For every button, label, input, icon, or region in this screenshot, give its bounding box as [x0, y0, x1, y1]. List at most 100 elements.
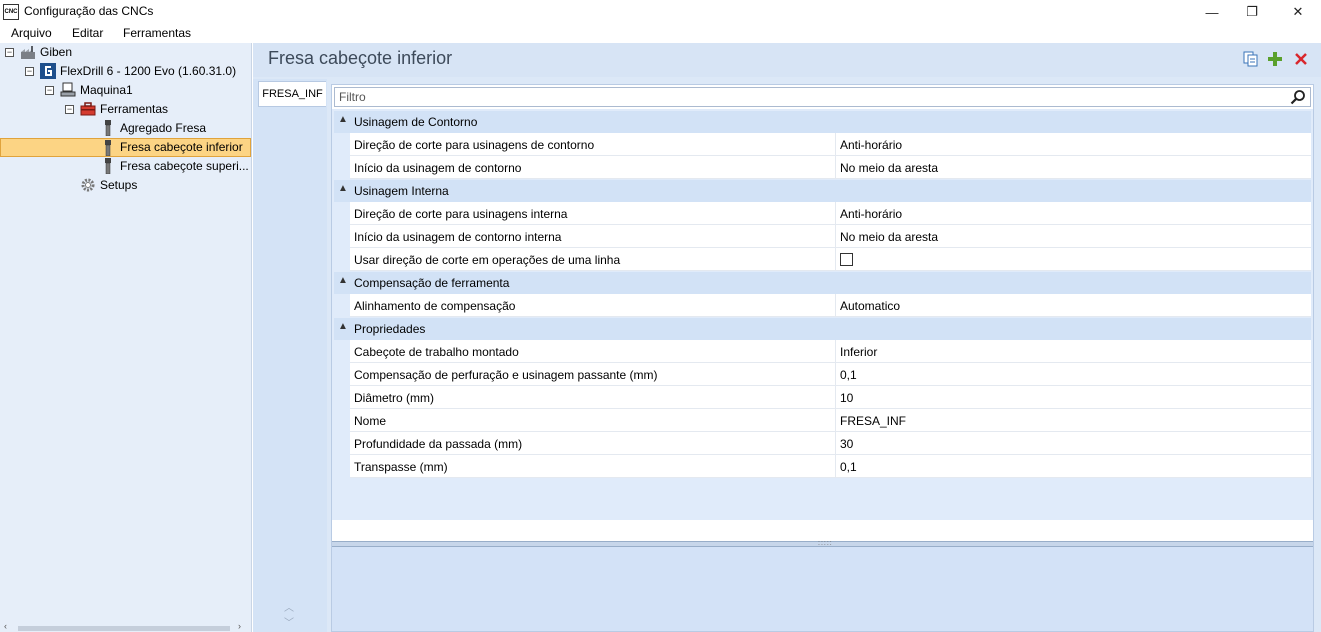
column-divider: [835, 455, 836, 478]
tree-item-fresa-inferior[interactable]: Fresa cabeçote inferior: [0, 138, 251, 157]
property-name: Início da usinagem de contorno: [354, 161, 522, 175]
property-value[interactable]: 30: [840, 437, 853, 451]
single-line-direction-checkbox[interactable]: [840, 253, 853, 266]
property-name: Alinhamento de compensação: [354, 299, 516, 313]
property-row[interactable]: Alinhamento de compensação Automatico: [350, 294, 1311, 317]
property-value[interactable]: No meio da aresta: [840, 161, 938, 175]
cnc-app-icon: CNC: [3, 4, 19, 20]
milling-tool-icon: [105, 140, 111, 156]
collapse-category-icon[interactable]: ▲: [338, 183, 348, 194]
column-divider: [835, 409, 836, 432]
property-row[interactable]: Início da usinagem de contorno No meio d…: [350, 156, 1311, 179]
property-name: Transpasse (mm): [354, 460, 448, 474]
category-label: Compensação de ferramenta: [354, 276, 510, 290]
property-row[interactable]: Diâmetro (mm) 10: [350, 386, 1311, 409]
tab-scroll-down-icon[interactable]: ﹀: [284, 614, 294, 629]
tree-label: Fresa cabeçote inferior: [120, 140, 243, 154]
title-bar: CNC Configuração das CNCs — ❐ ✕: [0, 0, 1321, 24]
category-compensacao[interactable]: ▲ Compensação de ferramenta: [334, 272, 1311, 294]
property-row[interactable]: Profundidade da passada (mm) 30: [350, 432, 1311, 455]
property-row[interactable]: Usar direção de corte em operações de um…: [350, 248, 1311, 271]
add-button[interactable]: [1266, 50, 1284, 68]
category-label: Usinagem Interna: [354, 184, 449, 198]
tree-item-giben[interactable]: − Giben: [0, 43, 250, 62]
scrollbar-thumb[interactable]: [18, 626, 230, 631]
category-propriedades[interactable]: ▲ Propriedades: [334, 318, 1311, 340]
property-row[interactable]: Início da usinagem de contorno interna N…: [350, 225, 1311, 248]
property-value[interactable]: Anti-horário: [840, 138, 902, 152]
menu-arquivo[interactable]: Arquivo: [11, 26, 52, 40]
property-value[interactable]: 0,1: [840, 368, 857, 382]
plus-icon: [1268, 52, 1282, 66]
main-panel: Fresa cabeçote inferior FRESA_INF ︿ ﹀ Fi…: [253, 43, 1321, 632]
tab-scroll-up-icon[interactable]: ︿: [284, 599, 294, 614]
property-value[interactable]: FRESA_INF: [840, 414, 906, 428]
property-row[interactable]: Direção de corte para usinagens interna …: [350, 202, 1311, 225]
property-panel: ▲ Usinagem de Contorno Direção de corte …: [331, 84, 1314, 632]
category-label: Usinagem de Contorno: [354, 115, 478, 129]
delete-button[interactable]: [1292, 50, 1310, 68]
category-usinagem-contorno[interactable]: ▲ Usinagem de Contorno: [334, 111, 1311, 133]
property-value[interactable]: Inferior: [840, 345, 877, 359]
menu-ferramentas[interactable]: Ferramentas: [123, 26, 191, 40]
property-row[interactable]: Cabeçote de trabalho montado Inferior: [350, 340, 1311, 363]
close-button[interactable]: ✕: [1275, 0, 1321, 24]
collapse-icon[interactable]: −: [65, 105, 74, 114]
property-name: Início da usinagem de contorno interna: [354, 230, 562, 244]
scroll-right-icon[interactable]: ›: [238, 621, 241, 631]
property-name: Diâmetro (mm): [354, 391, 434, 405]
property-name: Compensação de perfuração e usinagem pas…: [354, 368, 658, 382]
maximize-button[interactable]: ❐: [1229, 0, 1275, 24]
tab-fresa-inf[interactable]: FRESA_INF: [258, 81, 326, 107]
tree-item-fresa-superior[interactable]: Fresa cabeçote superi...: [0, 157, 250, 176]
collapse-icon[interactable]: −: [25, 67, 34, 76]
property-row[interactable]: Compensação de perfuração e usinagem pas…: [350, 363, 1311, 386]
property-row[interactable]: Direção de corte para usinagens de conto…: [350, 133, 1311, 156]
filter-input[interactable]: [335, 88, 1275, 106]
property-value[interactable]: Automatico: [840, 299, 900, 313]
gear-icon: [81, 178, 95, 192]
category-usinagem-interna[interactable]: ▲ Usinagem Interna: [334, 180, 1311, 202]
copy-icon: [1243, 51, 1258, 67]
tree-label: Agregado Fresa: [120, 121, 207, 135]
panel-header: Fresa cabeçote inferior: [253, 43, 1321, 77]
scroll-left-icon[interactable]: ‹: [4, 621, 7, 631]
tree-item-ferramentas[interactable]: − Ferramentas: [0, 100, 250, 119]
collapse-icon[interactable]: −: [45, 86, 54, 95]
tree-item-agregado-fresa[interactable]: Agregado Fresa: [0, 119, 250, 138]
category-label: Propriedades: [354, 322, 426, 336]
property-value[interactable]: Anti-horário: [840, 207, 902, 221]
page-title: Fresa cabeçote inferior: [268, 48, 453, 68]
splitter-grip-icon[interactable]: :::::: [818, 540, 833, 547]
tree-label: Fresa cabeçote superi...: [120, 159, 249, 173]
machine-tree: − Giben − FlexDrill 6 - 1200 Evo (1.60.3…: [0, 43, 252, 632]
collapse-category-icon[interactable]: ▲: [338, 275, 348, 286]
tree-label: Giben: [40, 45, 73, 59]
property-value[interactable]: 10: [840, 391, 853, 405]
description-area: [332, 547, 1313, 631]
property-value[interactable]: No meio da aresta: [840, 230, 938, 244]
tree-horizontal-scrollbar[interactable]: ‹ ›: [0, 621, 251, 632]
factory-icon: [21, 46, 35, 59]
collapse-category-icon[interactable]: ▲: [338, 321, 348, 332]
column-divider: [835, 363, 836, 386]
column-divider: [835, 133, 836, 156]
collapse-category-icon[interactable]: ▲: [338, 114, 348, 125]
collapse-icon[interactable]: −: [5, 48, 14, 57]
tree-item-maquina1[interactable]: − Maquina1: [0, 81, 250, 100]
property-grid: ▲ Usinagem de Contorno Direção de corte …: [332, 109, 1313, 520]
property-row[interactable]: Transpasse (mm) 0,1: [350, 455, 1311, 478]
column-divider: [835, 248, 836, 271]
search-icon[interactable]: [1290, 89, 1306, 105]
menu-bar: Arquivo Editar Ferramentas: [0, 24, 1321, 43]
tree-label: Setups: [100, 178, 138, 192]
tree-item-setups[interactable]: Setups: [0, 176, 250, 195]
property-name: Direção de corte para usinagens de conto…: [354, 138, 595, 152]
tree-item-flexdrill[interactable]: − FlexDrill 6 - 1200 Evo (1.60.31.0): [0, 62, 250, 81]
property-name: Cabeçote de trabalho montado: [354, 345, 519, 359]
copy-button[interactable]: [1242, 50, 1260, 68]
menu-editar[interactable]: Editar: [72, 26, 103, 40]
property-row[interactable]: Nome FRESA_INF: [350, 409, 1311, 432]
delete-icon: [1295, 53, 1307, 65]
property-value[interactable]: 0,1: [840, 460, 857, 474]
